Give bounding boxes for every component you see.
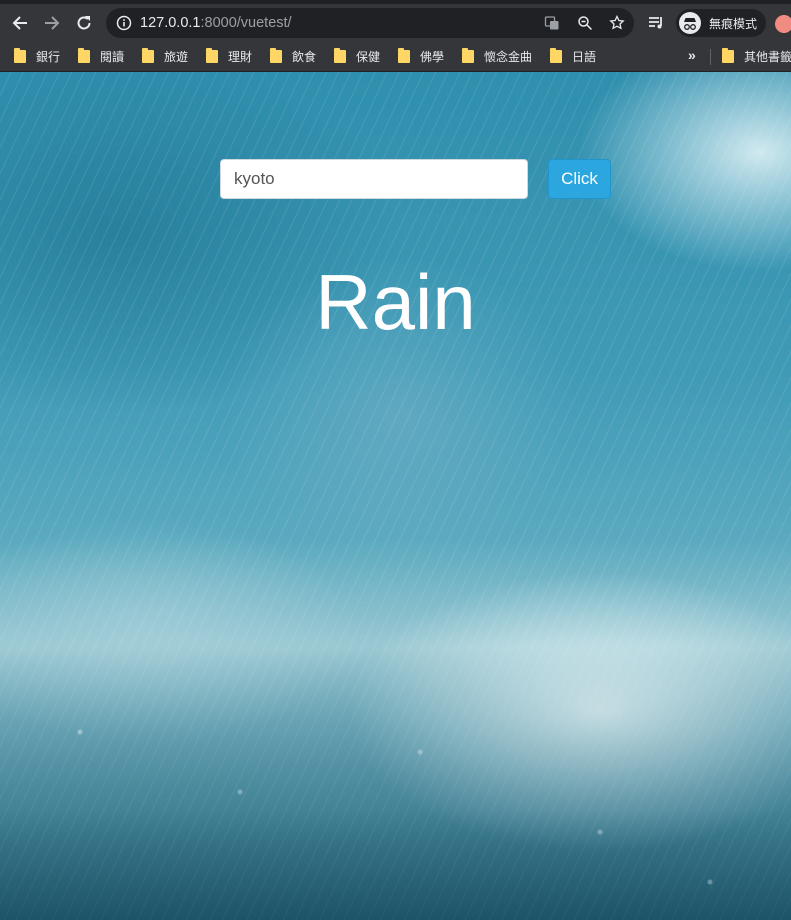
page-viewport: Click Rain xyxy=(0,72,791,920)
bookmark-label: 懷念金曲 xyxy=(484,49,533,64)
bookmark-label: 日語 xyxy=(572,49,597,64)
folder-icon xyxy=(462,47,474,63)
bookmark-folder[interactable]: 閱讀 xyxy=(78,47,124,65)
folder-icon xyxy=(142,47,154,63)
address-bar[interactable]: 127.0.0.1:8000/vuetest/ xyxy=(106,8,634,38)
star-icon[interactable] xyxy=(609,15,625,31)
bookmark-label: 理財 xyxy=(228,49,253,64)
folder-icon xyxy=(334,47,346,63)
url-host: 127.0.0.1 xyxy=(140,15,201,31)
url-text[interactable]: 127.0.0.1:8000/vuetest/ xyxy=(140,15,292,31)
folder-icon xyxy=(550,47,562,63)
translate-icon[interactable] xyxy=(544,15,560,31)
bookmark-folder[interactable]: 懷念金曲 xyxy=(462,47,532,65)
bookmark-label: 閱讀 xyxy=(100,49,125,64)
bookmark-folder[interactable]: 佛學 xyxy=(398,47,444,65)
reload-button[interactable] xyxy=(71,10,97,36)
other-bookmarks-label: 其他書籤 xyxy=(744,49,791,64)
bookmarks-bar: 銀行 閱讀 旅遊 理財 飲食 保健 佛學 懷念金曲 日語 » 其他書籤 xyxy=(0,40,791,72)
folder-icon xyxy=(78,47,90,63)
bookmark-label: 銀行 xyxy=(36,49,61,64)
bookmark-folder[interactable]: 飲食 xyxy=(270,47,316,65)
other-bookmarks-folder[interactable]: 其他書籤 xyxy=(722,47,791,65)
city-search-input[interactable] xyxy=(220,159,528,199)
bookmark-folder[interactable]: 銀行 xyxy=(14,47,60,65)
bookmark-label: 佛學 xyxy=(420,49,445,64)
incognito-profile-chip[interactable]: 無痕模式 xyxy=(676,9,766,37)
folder-icon xyxy=(270,47,282,63)
incognito-icon xyxy=(679,12,701,34)
search-button[interactable]: Click xyxy=(548,159,611,199)
bookmark-label: 保健 xyxy=(356,49,381,64)
bookmarks-divider xyxy=(710,49,711,65)
info-icon[interactable] xyxy=(116,15,132,31)
bookmarks-overflow-chevron-icon[interactable]: » xyxy=(688,47,696,63)
incognito-label: 無痕模式 xyxy=(709,16,758,31)
folder-icon xyxy=(206,47,218,63)
back-button[interactable] xyxy=(7,10,33,36)
forward-button[interactable] xyxy=(39,10,65,36)
bookmark-label: 飲食 xyxy=(292,49,317,64)
bookmark-folder[interactable]: 旅遊 xyxy=(142,47,188,65)
bookmark-folder[interactable]: 保健 xyxy=(334,47,380,65)
arrow-right-icon xyxy=(45,16,60,30)
arrow-left-icon xyxy=(12,16,27,30)
update-icon[interactable] xyxy=(775,15,791,33)
bookmark-folder[interactable]: 理財 xyxy=(206,47,252,65)
folder-icon xyxy=(722,47,734,63)
browser-toolbar: 127.0.0.1:8000/vuetest/ 無痕模式 xyxy=(0,0,791,40)
bookmark-folder[interactable]: 日語 xyxy=(550,47,596,65)
reload-icon xyxy=(77,16,91,30)
weather-condition-title: Rain xyxy=(315,258,476,346)
bookmark-label: 旅遊 xyxy=(164,49,189,64)
url-path: :8000/vuetest/ xyxy=(200,15,292,31)
folder-icon xyxy=(398,47,410,63)
folder-icon xyxy=(14,47,26,63)
rain-ground-splash xyxy=(0,642,791,920)
zoom-out-icon[interactable] xyxy=(577,15,593,31)
reading-list-icon[interactable] xyxy=(647,14,665,32)
